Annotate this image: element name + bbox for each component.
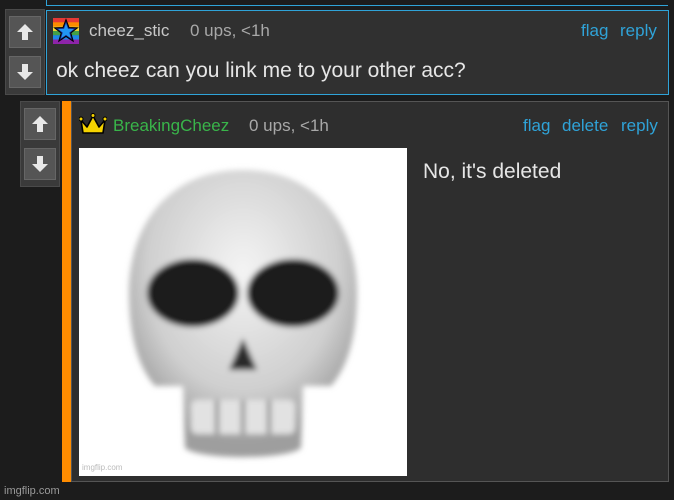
username[interactable]: BreakingCheez: [113, 116, 229, 136]
upvote-button[interactable]: [9, 16, 41, 48]
reply-accent-bar: [62, 101, 71, 482]
delete-link[interactable]: delete: [562, 116, 608, 136]
reply-link[interactable]: reply: [621, 116, 658, 136]
downvote-button[interactable]: [9, 56, 41, 88]
reply-link[interactable]: reply: [620, 21, 657, 41]
site-watermark: imgflip.com: [4, 485, 60, 497]
comment-meta: 0 ups, <1h: [249, 116, 329, 135]
comment-meta: 0 ups, <1h: [190, 21, 270, 40]
arrow-down-icon: [32, 156, 48, 172]
arrow-up-icon: [17, 24, 33, 40]
image-watermark: imgflip.com: [82, 463, 123, 472]
username[interactable]: cheez_stic: [89, 21, 169, 41]
previous-comment-edge: [46, 0, 668, 6]
comment-image[interactable]: imgflip.com: [79, 148, 407, 476]
arrow-down-icon: [17, 64, 33, 80]
rainbow-star-icon: [53, 18, 79, 44]
comment-text: No, it's deleted: [423, 160, 562, 183]
downvote-button[interactable]: [24, 148, 56, 180]
vote-column: [20, 101, 60, 187]
vote-column: [5, 9, 45, 95]
upvote-button[interactable]: [24, 108, 56, 140]
flag-link[interactable]: flag: [523, 116, 550, 136]
skull-icon: [128, 170, 358, 457]
crown-icon: [79, 113, 107, 134]
arrow-up-icon: [32, 116, 48, 132]
flag-link[interactable]: flag: [581, 21, 608, 41]
comment-text: ok cheez can you link me to your other a…: [56, 59, 466, 82]
comment-parent: cheez_stic 0 ups, <1h flag reply ok chee…: [46, 10, 669, 95]
